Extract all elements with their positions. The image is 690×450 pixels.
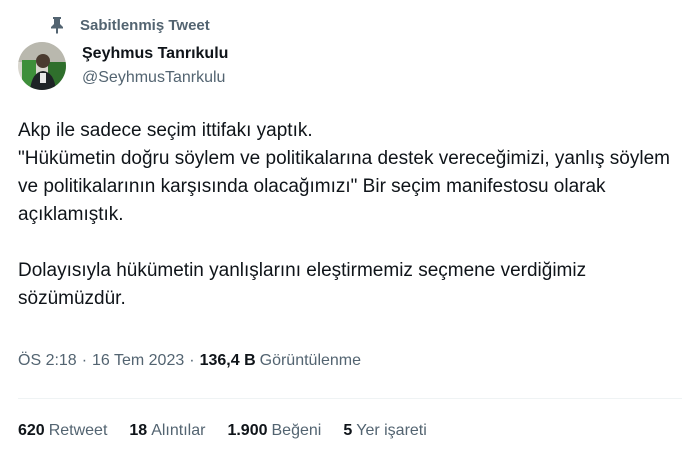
divider bbox=[18, 398, 682, 399]
bookmarks-stat[interactable]: 5 Yer işareti bbox=[343, 422, 426, 440]
likes-count: 1.900 bbox=[227, 422, 268, 439]
engagement-stats: 620 Retweet 18 Alıntılar 1.900 Beğeni 5 Yer … bbox=[18, 422, 449, 440]
tweet-date[interactable]: 16 Tem 2023 bbox=[92, 352, 184, 370]
tweet-text-quote: "Hükümetin doğru söylem ve politikaların… bbox=[18, 148, 670, 225]
pinned-label: Sabitlenmiş Tweet bbox=[80, 16, 210, 34]
tweet-text-line: Dolayısıyla hükümetin yanlışlarını eleşt… bbox=[18, 260, 587, 309]
bookmarks-label: Yer işareti bbox=[356, 422, 427, 439]
meta-separator: · bbox=[189, 352, 195, 369]
tweet-time[interactable]: ÖS 2:18 bbox=[18, 352, 77, 370]
views-label: Görüntülenme bbox=[259, 352, 362, 369]
views-count: 136,4 B bbox=[199, 352, 256, 369]
retweets-count: 620 bbox=[18, 422, 45, 439]
author-row: Şeyhmus Tanrıkulu @SeyhmusTanrkulu bbox=[18, 42, 228, 90]
pin-icon bbox=[50, 16, 64, 34]
quotes-label: Alıntılar bbox=[151, 422, 206, 439]
tweet-meta: ÖS 2:18 · 16 Tem 2023 · 136,4 B Görüntül… bbox=[18, 352, 361, 370]
bookmarks-count: 5 bbox=[343, 422, 353, 439]
quotes-stat[interactable]: 18 Alıntılar bbox=[129, 422, 205, 440]
tweet-text: Akp ile sadece seçim ittifakı yaptık. "H… bbox=[18, 117, 682, 313]
tweet-text-line: Akp ile sadece seçim ittifakı yaptık. bbox=[18, 120, 313, 141]
retweets-label: Retweet bbox=[48, 422, 108, 439]
quotes-count: 18 bbox=[129, 422, 148, 439]
avatar[interactable] bbox=[18, 42, 66, 90]
tweet-card: Sabitlenmiş Tweet Şeyhmus Tanrıkulu @Sey… bbox=[0, 0, 690, 450]
author-names: Şeyhmus Tanrıkulu @SeyhmusTanrkulu bbox=[82, 42, 228, 89]
author-display-name[interactable]: Şeyhmus Tanrıkulu bbox=[82, 44, 228, 64]
likes-stat[interactable]: 1.900 Beğeni bbox=[227, 422, 321, 440]
pinned-indicator: Sabitlenmiş Tweet bbox=[50, 14, 210, 36]
meta-separator: · bbox=[81, 352, 88, 369]
likes-label: Beğeni bbox=[271, 422, 322, 439]
author-handle[interactable]: @SeyhmusTanrkulu bbox=[82, 67, 228, 89]
retweets-stat[interactable]: 620 Retweet bbox=[18, 422, 107, 440]
